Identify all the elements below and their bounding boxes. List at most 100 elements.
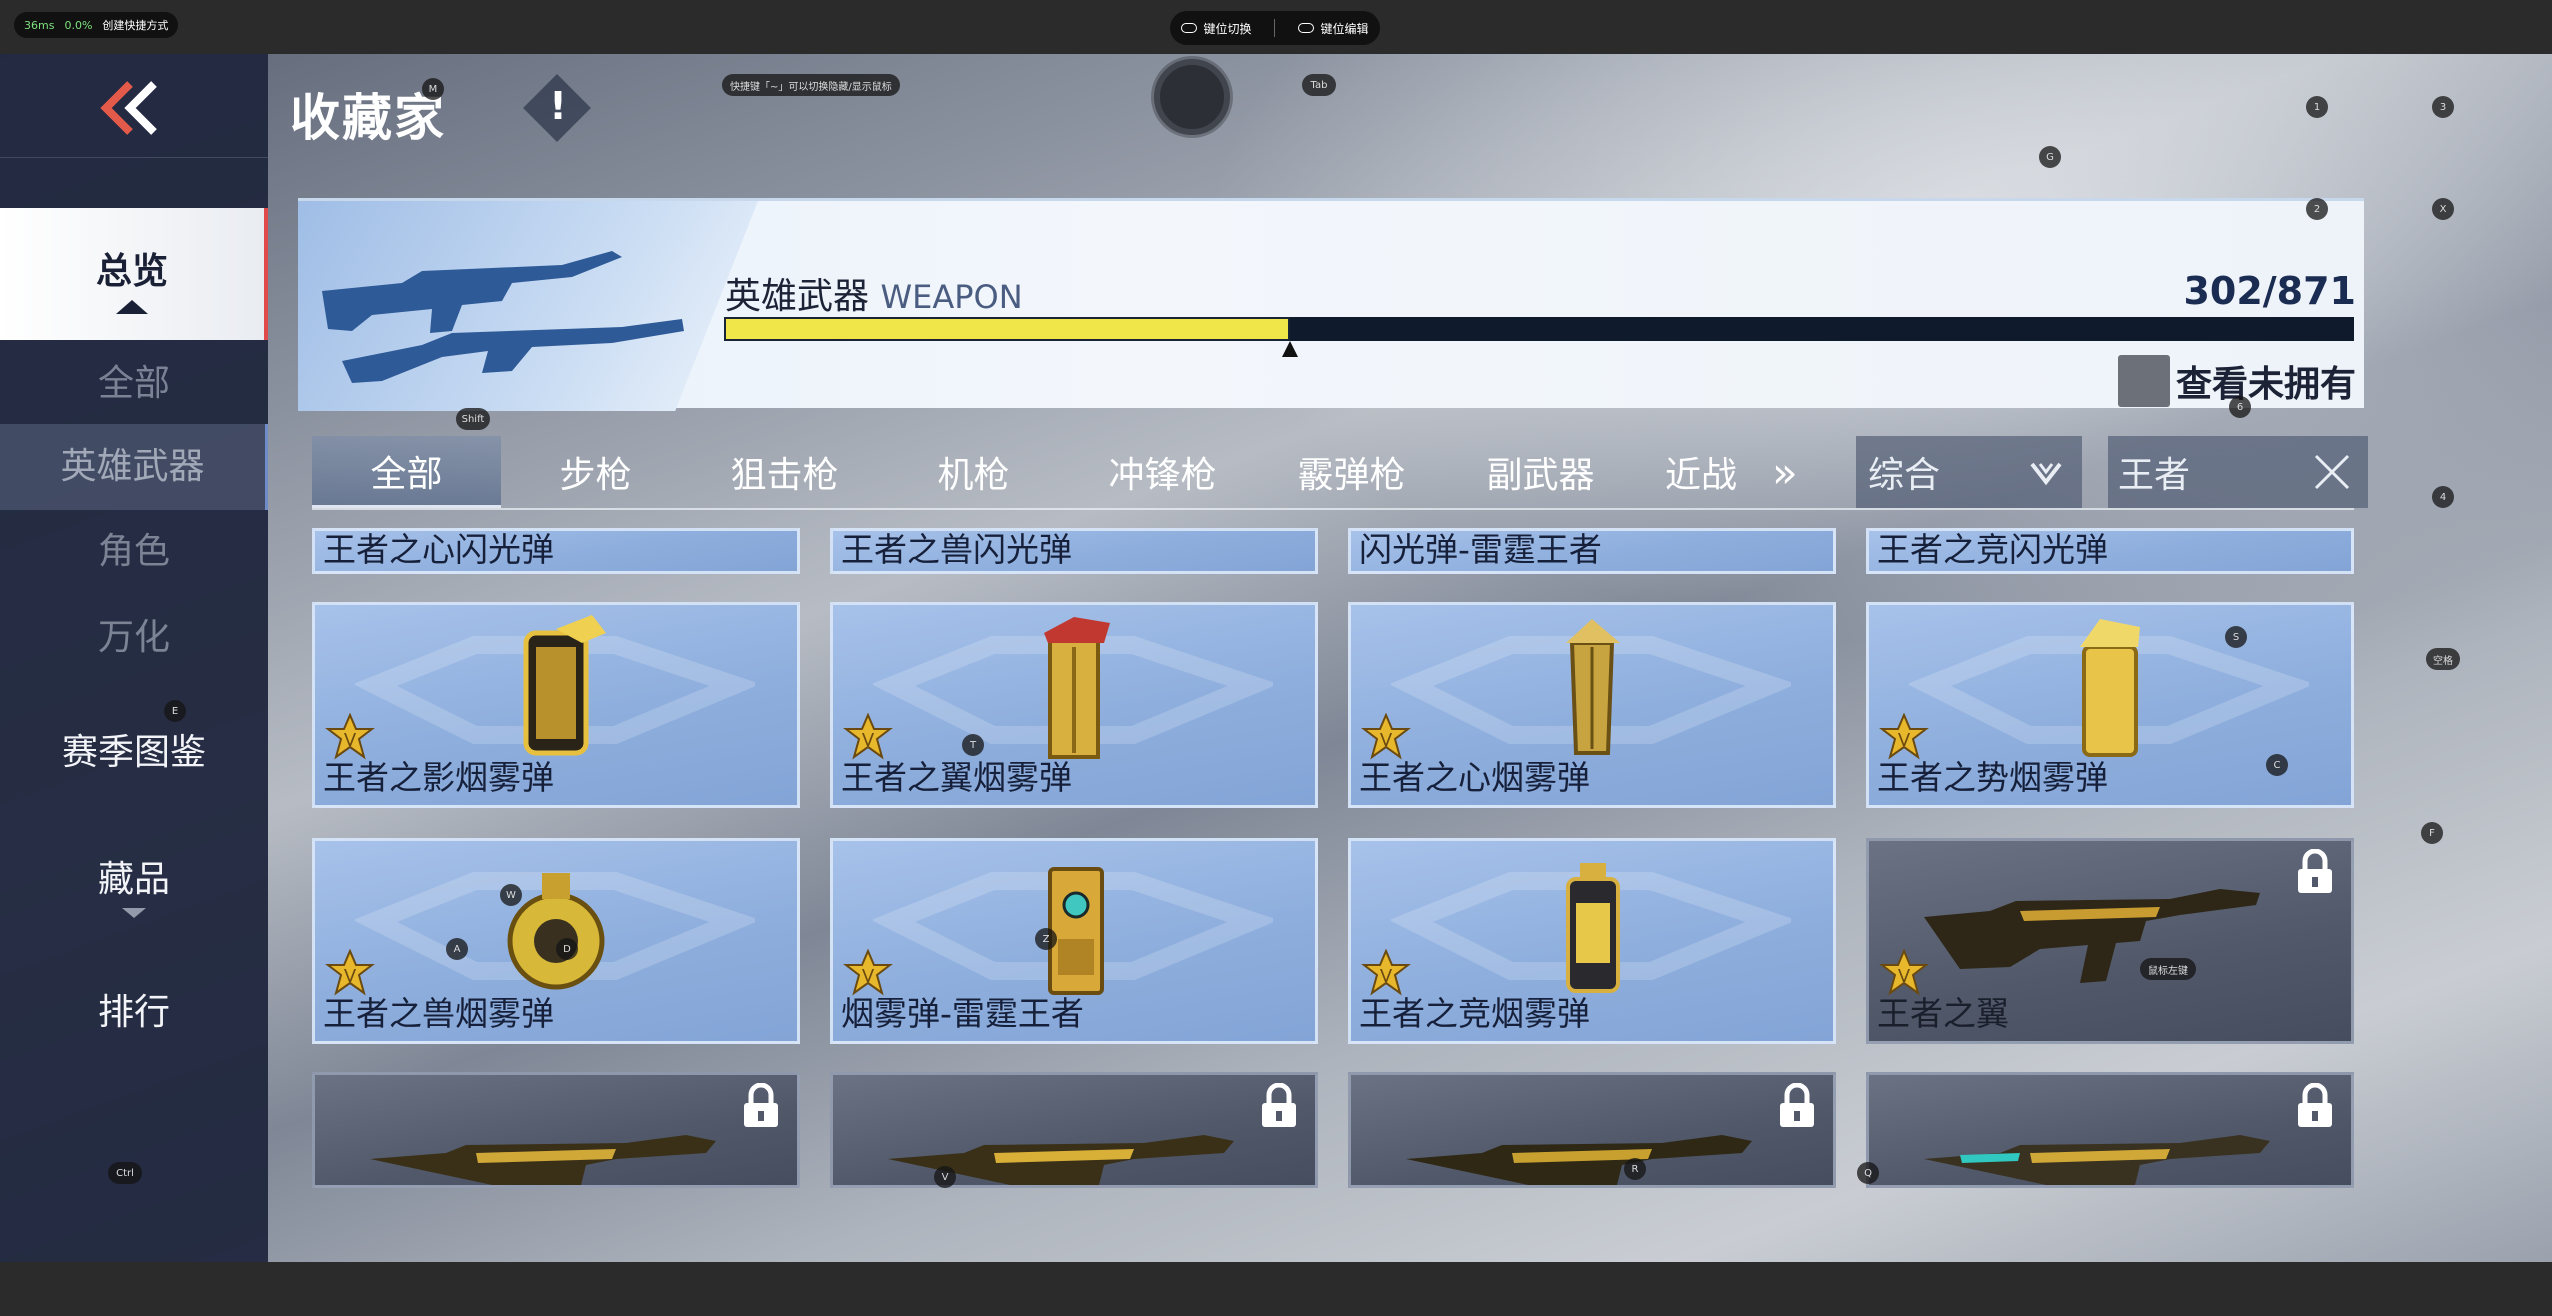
- key-hint-e: E: [164, 700, 186, 722]
- item-card[interactable]: 王者之竞闪光弹: [1866, 528, 2354, 574]
- cpu-readout: 0.0%: [64, 18, 93, 32]
- svg-text:V: V: [1898, 966, 1911, 987]
- sidebar-item-label: 总览: [95, 251, 168, 292]
- tab-all[interactable]: 全部: [312, 436, 501, 508]
- key-hint-2: 2: [2306, 198, 2328, 220]
- lock-icon: [2298, 849, 2332, 893]
- item-name: 闪光弹-雷霆王者: [1359, 530, 1602, 569]
- tabs-more-button[interactable]: »: [1772, 439, 1818, 505]
- key-hint-3: 3: [2432, 96, 2454, 118]
- item-card-locked[interactable]: [1348, 1072, 1836, 1188]
- sidebar-item-collectibles[interactable]: 藏品: [0, 850, 268, 940]
- smoke-grenade-icon: [523, 615, 606, 756]
- item-card[interactable]: V 王者之势烟雾弹: [1866, 602, 2354, 808]
- key-switch-label: 键位切换: [1203, 21, 1252, 36]
- tab-shotgun[interactable]: 霰弹枪: [1257, 436, 1446, 508]
- perf-overlay[interactable]: 36ms 0.0% 创建快捷方式: [14, 12, 179, 38]
- key-hint-z: Z: [1035, 928, 1057, 950]
- item-card[interactable]: 王者之兽闪光弹: [830, 528, 1318, 574]
- create-shortcut-button[interactable]: 创建快捷方式: [102, 17, 168, 33]
- key-hint-mouse-left: 鼠标左键: [2140, 958, 2196, 980]
- emulator-toolbar: 36ms 0.0% 创建快捷方式 键位切换 键位编辑: [0, 0, 2552, 54]
- key-hint-t: T: [962, 734, 984, 756]
- sidebar-item-label: 排行: [97, 992, 170, 1033]
- item-card-locked[interactable]: [830, 1072, 1318, 1188]
- item-card-locked[interactable]: [312, 1072, 800, 1188]
- key-edit-label: 键位编辑: [1320, 21, 1369, 36]
- back-button[interactable]: [0, 54, 268, 158]
- key-hint-q: Q: [1857, 1162, 1879, 1184]
- sidebar-item-label: 藏品: [97, 859, 170, 900]
- joystick-overlay[interactable]: [1154, 59, 1230, 135]
- mouse-toggle-hint: 快捷键「~」可以切换隐藏/显示鼠标: [722, 74, 900, 96]
- exclamation-icon: !: [549, 84, 567, 128]
- sort-dropdown[interactable]: 综合: [1856, 436, 2082, 508]
- item-name: 王者之竞闪光弹: [1877, 530, 2108, 569]
- item-card[interactable]: V 王者之心烟雾弹: [1348, 602, 1836, 808]
- item-name: 王者之兽烟雾弹: [323, 994, 554, 1033]
- tab-secondary[interactable]: 副武器: [1446, 436, 1635, 508]
- emulator-bottom-bar: [0, 1262, 2552, 1316]
- banner-title-en: WEAPON: [880, 278, 1023, 316]
- item-card[interactable]: 闪光弹-雷霆王者: [1348, 528, 1836, 574]
- sidebar-item-hero-weapons[interactable]: 英雄武器: [0, 424, 268, 510]
- smoke-grenade-icon: [1566, 619, 1620, 755]
- item-card-locked[interactable]: V 王者之翼: [1866, 838, 2354, 1044]
- sidebar-item-label: 全部: [97, 363, 170, 404]
- tabs-divider: [312, 508, 2354, 510]
- key-hint-w: W: [500, 884, 522, 906]
- item-card-locked[interactable]: [1866, 1072, 2354, 1188]
- key-hint-a: A: [446, 938, 468, 960]
- item-card[interactable]: V 烟雾弹-雷霆王者: [830, 838, 1318, 1044]
- item-card[interactable]: V 王者之影烟雾弹: [312, 602, 800, 808]
- rifle-icon: [1406, 1135, 1752, 1185]
- sidebar-item-overview[interactable]: 总览: [0, 208, 268, 340]
- item-name: 王者之心闪光弹: [323, 530, 554, 569]
- key-hint-1: 1: [2306, 96, 2328, 118]
- key-edit-button[interactable]: 键位编辑: [1298, 20, 1368, 37]
- item-card[interactable]: V 王者之翼烟雾弹: [830, 602, 1318, 808]
- close-icon[interactable]: [2312, 452, 2352, 492]
- svg-text:V: V: [862, 730, 875, 751]
- svg-text:V: V: [344, 730, 357, 751]
- gamepad-icon: [1181, 23, 1198, 33]
- rifle-icon: [370, 1135, 716, 1185]
- sidebar-item-label: 角色: [97, 531, 170, 572]
- item-card[interactable]: V 王者之兽烟雾弹: [312, 838, 800, 1044]
- item-card[interactable]: 王者之心闪光弹: [312, 528, 800, 574]
- toolbar-divider: [1274, 19, 1276, 37]
- weapon-silhouette-icon: [322, 251, 684, 383]
- banner-title-cn: 英雄武器: [725, 276, 870, 317]
- tab-rifle[interactable]: 步枪: [501, 436, 690, 508]
- key-switch-button[interactable]: 键位切换: [1181, 20, 1252, 37]
- sidebar-item-season-atlas[interactable]: 赛季图鉴: [0, 718, 268, 788]
- key-hint-m: M: [422, 78, 444, 100]
- sidebar-item-characters[interactable]: 角色: [0, 522, 268, 582]
- key-hint-r: R: [1624, 1158, 1646, 1180]
- sidebar-item-label: 英雄武器: [60, 446, 205, 487]
- item-card[interactable]: V 王者之竞烟雾弹: [1348, 838, 1836, 1044]
- tab-smg[interactable]: 冲锋枪: [1068, 436, 1257, 508]
- tab-melee[interactable]: 近战: [1635, 436, 1775, 508]
- tab-sniper[interactable]: 狙击枪: [690, 436, 879, 508]
- sidebar-item-ranking[interactable]: 排行: [0, 978, 268, 1048]
- smoke-grenade-icon: [2080, 619, 2140, 757]
- smoke-grenade-icon: [1566, 863, 1620, 993]
- smoke-grenade-icon: [1044, 617, 1110, 759]
- sidebar-item-all[interactable]: 全部: [0, 354, 268, 414]
- search-value: 王者: [2118, 455, 2191, 496]
- key-hint-f: F: [2421, 822, 2443, 844]
- sidebar-item-label: 赛季图鉴: [61, 732, 206, 773]
- checkbox[interactable]: [2117, 355, 2170, 407]
- key-hint-space: 空格: [2426, 648, 2460, 670]
- key-hint-c: C: [2266, 754, 2288, 776]
- search-input[interactable]: 王者: [2108, 436, 2368, 508]
- key-hint-6: 6: [2229, 396, 2251, 418]
- sidebar-item-wanhua[interactable]: 万化: [0, 608, 268, 668]
- smoke-grenade-icon: [1048, 867, 1104, 995]
- svg-text:V: V: [1380, 730, 1393, 751]
- tab-machine-gun[interactable]: 机枪: [879, 436, 1068, 508]
- key-hint-g: G: [2039, 146, 2061, 168]
- triangle-up-icon: [116, 300, 148, 314]
- svg-text:V: V: [862, 966, 875, 987]
